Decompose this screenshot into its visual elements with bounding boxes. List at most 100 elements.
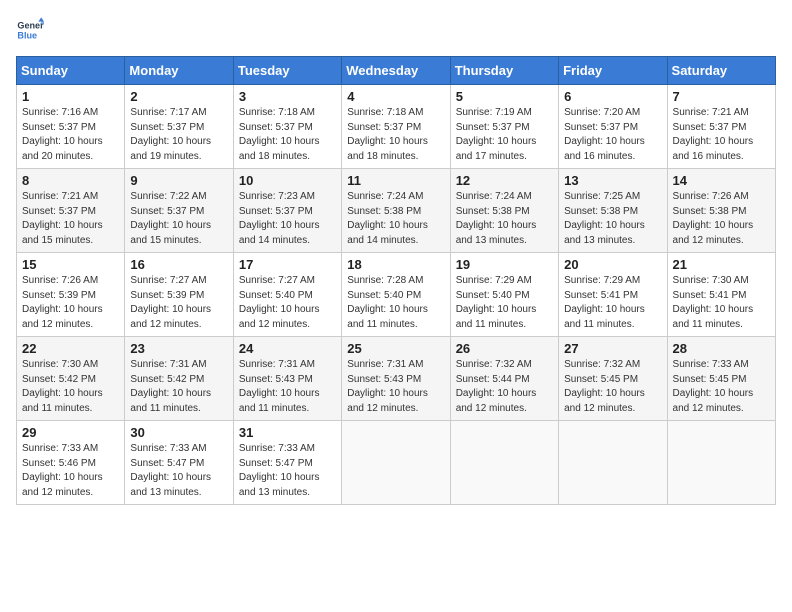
calendar-cell: 30 Sunrise: 7:33 AM Sunset: 5:47 PM Dayl… [125,421,233,505]
calendar-cell: 15 Sunrise: 7:26 AM Sunset: 5:39 PM Dayl… [17,253,125,337]
weekday-header-friday: Friday [559,57,667,85]
week-row-5: 29 Sunrise: 7:33 AM Sunset: 5:46 PM Dayl… [17,421,776,505]
day-number: 25 [347,341,444,356]
day-info: Sunrise: 7:33 AM Sunset: 5:47 PM Dayligh… [239,442,336,500]
day-number: 24 [239,341,336,356]
week-row-1: 1 Sunrise: 7:16 AM Sunset: 5:37 PM Dayli… [17,85,776,169]
day-info: Sunrise: 7:16 AM Sunset: 5:37 PM Dayligh… [22,106,119,164]
calendar-cell: 14 Sunrise: 7:26 AM Sunset: 5:38 PM Dayl… [667,169,775,253]
day-info: Sunrise: 7:31 AM Sunset: 5:43 PM Dayligh… [347,358,444,416]
calendar-cell: 19 Sunrise: 7:29 AM Sunset: 5:40 PM Dayl… [450,253,558,337]
day-number: 7 [673,89,770,104]
day-number: 15 [22,257,119,272]
day-number: 30 [130,425,227,440]
calendar-cell: 28 Sunrise: 7:33 AM Sunset: 5:45 PM Dayl… [667,337,775,421]
calendar-cell: 1 Sunrise: 7:16 AM Sunset: 5:37 PM Dayli… [17,85,125,169]
weekday-header-row: SundayMondayTuesdayWednesdayThursdayFrid… [17,57,776,85]
calendar-cell: 3 Sunrise: 7:18 AM Sunset: 5:37 PM Dayli… [233,85,341,169]
calendar-cell: 13 Sunrise: 7:25 AM Sunset: 5:38 PM Dayl… [559,169,667,253]
calendar-cell: 5 Sunrise: 7:19 AM Sunset: 5:37 PM Dayli… [450,85,558,169]
calendar-cell: 7 Sunrise: 7:21 AM Sunset: 5:37 PM Dayli… [667,85,775,169]
day-info: Sunrise: 7:33 AM Sunset: 5:46 PM Dayligh… [22,442,119,500]
day-number: 18 [347,257,444,272]
calendar-cell: 8 Sunrise: 7:21 AM Sunset: 5:37 PM Dayli… [17,169,125,253]
calendar-cell: 10 Sunrise: 7:23 AM Sunset: 5:37 PM Dayl… [233,169,341,253]
day-number: 31 [239,425,336,440]
calendar-cell: 11 Sunrise: 7:24 AM Sunset: 5:38 PM Dayl… [342,169,450,253]
day-info: Sunrise: 7:19 AM Sunset: 5:37 PM Dayligh… [456,106,553,164]
day-info: Sunrise: 7:29 AM Sunset: 5:41 PM Dayligh… [564,274,661,332]
day-info: Sunrise: 7:18 AM Sunset: 5:37 PM Dayligh… [239,106,336,164]
weekday-header-tuesday: Tuesday [233,57,341,85]
week-row-3: 15 Sunrise: 7:26 AM Sunset: 5:39 PM Dayl… [17,253,776,337]
day-number: 1 [22,89,119,104]
day-number: 2 [130,89,227,104]
calendar-cell: 29 Sunrise: 7:33 AM Sunset: 5:46 PM Dayl… [17,421,125,505]
day-number: 29 [22,425,119,440]
day-number: 22 [22,341,119,356]
day-info: Sunrise: 7:27 AM Sunset: 5:39 PM Dayligh… [130,274,227,332]
calendar-cell: 12 Sunrise: 7:24 AM Sunset: 5:38 PM Dayl… [450,169,558,253]
logo-icon: General Blue [16,16,44,44]
calendar-cell: 27 Sunrise: 7:32 AM Sunset: 5:45 PM Dayl… [559,337,667,421]
calendar-cell: 9 Sunrise: 7:22 AM Sunset: 5:37 PM Dayli… [125,169,233,253]
calendar-cell: 18 Sunrise: 7:28 AM Sunset: 5:40 PM Dayl… [342,253,450,337]
day-number: 9 [130,173,227,188]
day-info: Sunrise: 7:33 AM Sunset: 5:47 PM Dayligh… [130,442,227,500]
day-number: 3 [239,89,336,104]
calendar-cell [559,421,667,505]
calendar-cell: 16 Sunrise: 7:27 AM Sunset: 5:39 PM Dayl… [125,253,233,337]
day-info: Sunrise: 7:26 AM Sunset: 5:39 PM Dayligh… [22,274,119,332]
day-info: Sunrise: 7:31 AM Sunset: 5:42 PM Dayligh… [130,358,227,416]
calendar-cell [667,421,775,505]
calendar-cell: 2 Sunrise: 7:17 AM Sunset: 5:37 PM Dayli… [125,85,233,169]
weekday-header-monday: Monday [125,57,233,85]
day-number: 27 [564,341,661,356]
calendar-table: SundayMondayTuesdayWednesdayThursdayFrid… [16,56,776,505]
weekday-header-saturday: Saturday [667,57,775,85]
calendar-cell: 23 Sunrise: 7:31 AM Sunset: 5:42 PM Dayl… [125,337,233,421]
calendar-cell: 26 Sunrise: 7:32 AM Sunset: 5:44 PM Dayl… [450,337,558,421]
day-number: 12 [456,173,553,188]
calendar-cell: 20 Sunrise: 7:29 AM Sunset: 5:41 PM Dayl… [559,253,667,337]
day-info: Sunrise: 7:30 AM Sunset: 5:42 PM Dayligh… [22,358,119,416]
weekday-header-sunday: Sunday [17,57,125,85]
day-info: Sunrise: 7:29 AM Sunset: 5:40 PM Dayligh… [456,274,553,332]
day-info: Sunrise: 7:28 AM Sunset: 5:40 PM Dayligh… [347,274,444,332]
calendar-cell [342,421,450,505]
day-info: Sunrise: 7:21 AM Sunset: 5:37 PM Dayligh… [22,190,119,248]
svg-text:Blue: Blue [17,30,37,40]
day-info: Sunrise: 7:23 AM Sunset: 5:37 PM Dayligh… [239,190,336,248]
day-number: 23 [130,341,227,356]
day-number: 13 [564,173,661,188]
day-number: 6 [564,89,661,104]
day-number: 8 [22,173,119,188]
day-info: Sunrise: 7:33 AM Sunset: 5:45 PM Dayligh… [673,358,770,416]
day-info: Sunrise: 7:24 AM Sunset: 5:38 PM Dayligh… [456,190,553,248]
page-header: General Blue [16,16,776,44]
day-number: 16 [130,257,227,272]
weekday-header-wednesday: Wednesday [342,57,450,85]
day-info: Sunrise: 7:24 AM Sunset: 5:38 PM Dayligh… [347,190,444,248]
day-info: Sunrise: 7:32 AM Sunset: 5:45 PM Dayligh… [564,358,661,416]
day-number: 21 [673,257,770,272]
day-info: Sunrise: 7:20 AM Sunset: 5:37 PM Dayligh… [564,106,661,164]
day-number: 5 [456,89,553,104]
day-number: 17 [239,257,336,272]
day-number: 4 [347,89,444,104]
day-info: Sunrise: 7:31 AM Sunset: 5:43 PM Dayligh… [239,358,336,416]
week-row-4: 22 Sunrise: 7:30 AM Sunset: 5:42 PM Dayl… [17,337,776,421]
logo: General Blue [16,16,48,44]
day-number: 28 [673,341,770,356]
day-number: 14 [673,173,770,188]
day-number: 11 [347,173,444,188]
calendar-cell [450,421,558,505]
day-info: Sunrise: 7:22 AM Sunset: 5:37 PM Dayligh… [130,190,227,248]
day-info: Sunrise: 7:27 AM Sunset: 5:40 PM Dayligh… [239,274,336,332]
day-number: 10 [239,173,336,188]
day-info: Sunrise: 7:30 AM Sunset: 5:41 PM Dayligh… [673,274,770,332]
week-row-2: 8 Sunrise: 7:21 AM Sunset: 5:37 PM Dayli… [17,169,776,253]
day-info: Sunrise: 7:17 AM Sunset: 5:37 PM Dayligh… [130,106,227,164]
day-info: Sunrise: 7:32 AM Sunset: 5:44 PM Dayligh… [456,358,553,416]
day-info: Sunrise: 7:25 AM Sunset: 5:38 PM Dayligh… [564,190,661,248]
